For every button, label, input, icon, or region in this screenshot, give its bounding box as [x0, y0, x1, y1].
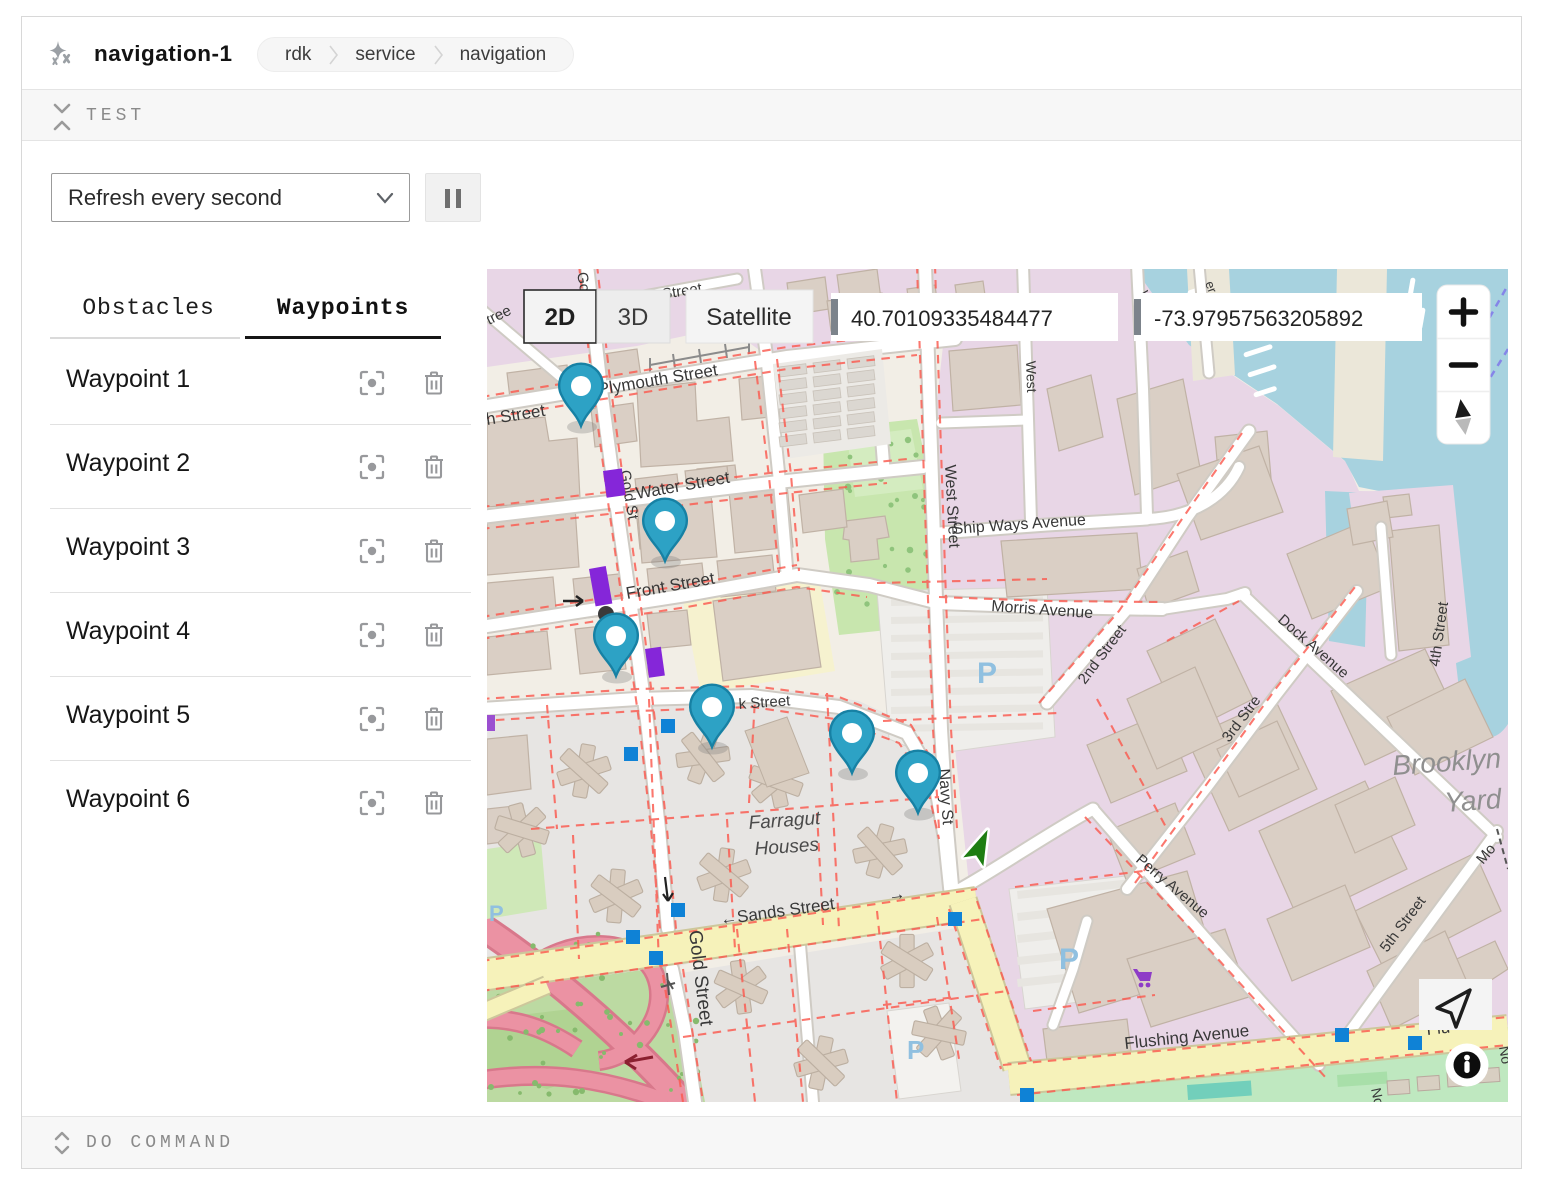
svg-text:2D: 2D [545, 304, 576, 331]
svg-text:P: P [907, 1035, 924, 1065]
svg-text:→: → [887, 884, 906, 905]
svg-text:West: West [1023, 361, 1040, 393]
svg-text:-73.97957563205892: -73.97957563205892 [1154, 306, 1363, 331]
svg-text:P: P [489, 901, 504, 926]
svg-text:P: P [977, 657, 997, 690]
svg-text:40.70109335484477: 40.70109335484477 [851, 306, 1053, 331]
svg-text:3D: 3D [618, 304, 649, 331]
svg-text:P: P [1059, 943, 1079, 976]
svg-text:Yard: Yard [1443, 783, 1504, 818]
svg-text:Satellite: Satellite [706, 304, 791, 331]
